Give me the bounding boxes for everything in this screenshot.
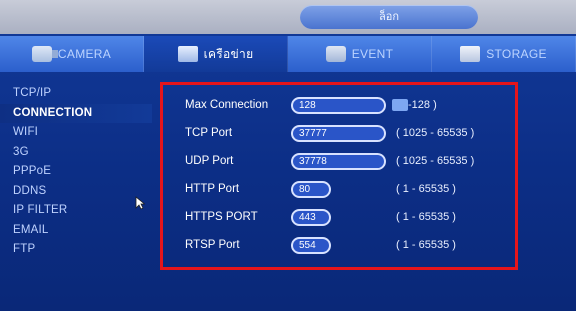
tab-storage[interactable]: STORAGE	[432, 36, 576, 72]
window-title: ล็อก	[300, 5, 478, 29]
http-port-label: HTTP Port	[185, 183, 240, 195]
tab-event[interactable]: EVENT	[288, 36, 432, 72]
connection-settings-panel: Max Connection 128 -128 ) TCP Port 37777…	[160, 82, 518, 270]
tab-label: เครือข่าย	[203, 46, 254, 61]
tcp-port-label: TCP Port	[185, 127, 233, 139]
sidebar-item-ftp[interactable]: FTP	[0, 240, 152, 260]
https-port-row: HTTPS PORT 443 ( 1 - 65535 )	[185, 208, 456, 226]
network-icon	[177, 46, 198, 62]
tab-bar: CAMERA เครือข่าย EVENT STORAGE	[0, 36, 576, 72]
max-connection-row: Max Connection 128 -128 )	[185, 96, 437, 114]
rtsp-port-row: RTSP Port 554 ( 1 - 65535 )	[185, 236, 456, 254]
tab-label: EVENT	[351, 47, 394, 61]
title-bar: ล็อก	[0, 0, 576, 34]
dvr-settings-screen: ล็อก CAMERA เครือข่าย EVENT STORAGE TCP/…	[0, 0, 576, 311]
rtsp-port-input[interactable]: 554	[291, 236, 331, 254]
https-port-label: HTTPS PORT	[185, 211, 258, 223]
https-port-input[interactable]: 443	[291, 208, 331, 226]
sidebar-item-tcpip[interactable]: TCP/IP	[0, 84, 152, 104]
tab-label: STORAGE	[486, 47, 547, 61]
camera-icon	[31, 46, 58, 62]
sidebar-item-connection[interactable]: CONNECTION	[0, 103, 152, 123]
sidebar-item-ddns[interactable]: DDNS	[0, 182, 152, 202]
tcp-port-row: TCP Port 37777 ( 1025 - 65535 )	[185, 124, 474, 142]
sidebar-item-email[interactable]: EMAIL	[0, 221, 152, 241]
sidebar-item-pppoe[interactable]: PPPoE	[0, 162, 152, 182]
udp-port-row: UDP Port 37778 ( 1025 - 65535 )	[185, 152, 474, 170]
udp-port-input[interactable]: 37778	[291, 152, 386, 170]
sidebar-item-ip-filter[interactable]: IP FILTER	[0, 201, 152, 221]
tcp-port-range: ( 1025 - 65535 )	[396, 127, 475, 139]
udp-port-range: ( 1025 - 65535 )	[396, 155, 475, 167]
event-icon	[325, 46, 346, 62]
range-badge-icon	[392, 99, 408, 112]
storage-icon	[460, 46, 481, 62]
tcp-port-input[interactable]: 37777	[291, 124, 386, 142]
sidebar-item-wifi[interactable]: WIFI	[0, 123, 152, 143]
http-port-input[interactable]: 80	[291, 180, 331, 198]
max-connection-range: -128 )	[390, 99, 437, 112]
https-port-range: ( 1 - 65535 )	[396, 211, 456, 223]
mouse-cursor-icon	[135, 196, 145, 210]
http-port-range: ( 1 - 65535 )	[396, 183, 456, 195]
tab-camera[interactable]: CAMERA	[0, 36, 144, 72]
max-connection-input[interactable]: 128	[291, 96, 386, 114]
rtsp-port-range: ( 1 - 65535 )	[396, 239, 456, 251]
max-connection-label: Max Connection	[185, 99, 269, 111]
sidebar: TCP/IP CONNECTION WIFI 3G PPPoE DDNS IP …	[0, 78, 152, 311]
rtsp-port-label: RTSP Port	[185, 239, 240, 251]
http-port-row: HTTP Port 80 ( 1 - 65535 )	[185, 180, 456, 198]
tab-label: CAMERA	[57, 47, 112, 61]
sidebar-item-3g[interactable]: 3G	[0, 143, 152, 163]
udp-port-label: UDP Port	[185, 155, 234, 167]
tab-network[interactable]: เครือข่าย	[144, 36, 288, 72]
